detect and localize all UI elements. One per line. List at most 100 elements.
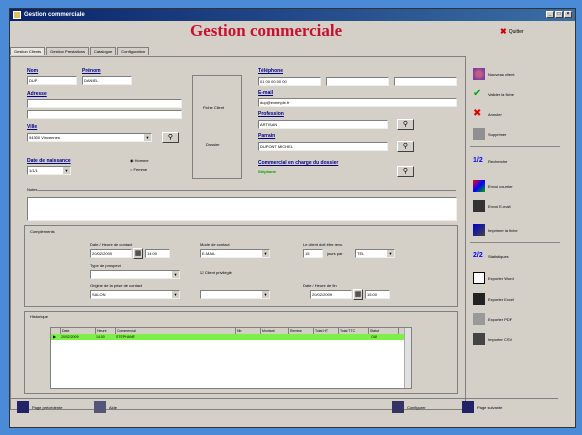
import-csv-button[interactable]: Importer CSV: [473, 333, 512, 345]
pdf-icon: [473, 313, 485, 325]
profession-input[interactable]: ARTISAN: [258, 120, 388, 129]
type-prospect-label: Type de prospect: [90, 263, 121, 268]
nom-label: Nom: [27, 68, 39, 74]
users-icon: [473, 68, 485, 80]
heure-contact-input[interactable]: 14:00: [145, 249, 170, 258]
history-table[interactable]: Date Heure Commercial Nb Montant Remise …: [50, 327, 412, 389]
nom-input[interactable]: DUP: [27, 76, 77, 85]
commercial-value: Stéphane: [258, 169, 277, 174]
arrow-left-icon: [17, 401, 29, 413]
tab-bar: Gestion Clients Gestion Prestations Cata…: [10, 47, 150, 55]
date-naissance-input[interactable]: 1/1/1: [27, 166, 71, 175]
search-icon: 1/2: [473, 157, 483, 164]
notes-label: Notes: [27, 187, 38, 192]
tab-clients[interactable]: Gestion Clients: [10, 47, 46, 55]
close-icon: ✖: [500, 27, 507, 36]
export-pdf-button[interactable]: Exporter PDF: [473, 313, 512, 325]
date-naissance-label: Date de naissance: [27, 158, 71, 164]
app-icon: [13, 11, 21, 19]
search-button[interactable]: 1/2 Recherche: [473, 155, 507, 167]
telephone-input-3[interactable]: [394, 77, 457, 86]
parrain-input[interactable]: DUPONT MICHEL: [258, 142, 388, 151]
complement-title: Compléments: [30, 229, 55, 234]
previous-page-button[interactable]: Page précédente: [17, 401, 62, 413]
minimize-button[interactable]: _: [546, 11, 554, 18]
notes-divider: [38, 190, 456, 191]
telephone-input-1[interactable]: 01 00 00 00 00: [258, 77, 321, 86]
rdv-label: Le client doit être revu: [303, 242, 343, 247]
close-button[interactable]: ×: [564, 11, 572, 18]
table-scrollbar[interactable]: [404, 328, 411, 388]
new-client-button[interactable]: Nouveau client: [473, 68, 514, 80]
date-contact-input[interactable]: 20/02/2009: [90, 249, 132, 258]
prenom-input[interactable]: DANIEL: [82, 76, 132, 85]
rdv-unit: jours par: [327, 251, 343, 256]
parrain-search-button[interactable]: ⚲: [397, 141, 414, 152]
configure-button[interactable]: Configurer: [392, 401, 426, 413]
stats-button[interactable]: 2/2 Statistiques: [473, 250, 509, 262]
binoculars-icon: ⚲: [402, 143, 409, 150]
calendar-button[interactable]: ▦: [133, 248, 143, 259]
import-icon: [473, 333, 485, 345]
heure-fin-input[interactable]: 15:00: [365, 290, 390, 299]
tab-configuration[interactable]: Configuration: [117, 47, 150, 55]
date-contact-label: Date / Heure de contact: [90, 242, 133, 247]
ville-select[interactable]: 94300 Vincennes: [27, 133, 152, 142]
profession-search-button[interactable]: ⚲: [397, 119, 414, 130]
send-email-button[interactable]: Envoi E-mail: [473, 200, 510, 212]
send-mail-button[interactable]: Envoi courrier: [473, 180, 513, 192]
radio-femme[interactable]: ○ Femme: [130, 167, 147, 172]
adresse-input-2[interactable]: [27, 110, 182, 119]
commercial-search-button[interactable]: ⚲: [397, 166, 414, 177]
tab-catalogue[interactable]: Catalogue: [90, 47, 117, 55]
document-icon: [473, 272, 485, 284]
rdv-mode-select[interactable]: TEL: [355, 249, 395, 258]
quit-button[interactable]: ✖ Quitter: [500, 27, 524, 36]
tab-prestations[interactable]: Gestion Prestations: [46, 47, 90, 55]
next-page-button[interactable]: Page suivante: [462, 401, 502, 413]
validate-button[interactable]: ✔ Valider la fiche: [473, 88, 514, 100]
email-label: E-mail: [258, 90, 274, 96]
help-button[interactable]: Aide: [94, 401, 117, 413]
date-fin-input[interactable]: 20/02/2009: [310, 290, 352, 299]
date-fin-label: Date / Heure de fin: [303, 283, 337, 288]
adresse-input-1[interactable]: [27, 99, 182, 108]
rdv-input[interactable]: 15: [303, 249, 323, 258]
mode-contact-select[interactable]: E-MAIL: [200, 249, 270, 258]
help-icon: [94, 401, 106, 413]
spreadsheet-icon: [473, 293, 485, 305]
ville-search-button[interactable]: ⚲: [162, 132, 179, 143]
printer-icon: [473, 200, 485, 212]
email-input[interactable]: dup@exemple.fr: [258, 98, 457, 107]
client-privilegie-checkbox[interactable]: ☑ Client privilégié: [200, 270, 232, 275]
page-title: Gestion commerciale: [190, 21, 343, 40]
type-prospect-select[interactable]: [90, 270, 180, 279]
delete-button[interactable]: Supprimer: [473, 128, 506, 140]
cancel-button[interactable]: ✖ Annuler: [473, 108, 502, 120]
telephone-input-2[interactable]: [326, 77, 389, 86]
fiche-group: [192, 75, 242, 179]
sidebar-divider: [470, 146, 560, 147]
history-title: Historique: [30, 314, 49, 319]
adresse-label: Adresse: [27, 91, 47, 97]
title-bar: Gestion commerciale _ □ ×: [10, 9, 575, 21]
notes-textarea[interactable]: [27, 197, 457, 221]
export-excel-button[interactable]: Exporter Excel: [473, 293, 514, 305]
table-row[interactable]: ▶ 20/02/2009 14:00 STEPHANE OUI: [51, 334, 411, 340]
print-button[interactable]: Imprimer la fiche: [473, 224, 518, 236]
arrow-right-icon: [462, 401, 474, 413]
maximize-button[interactable]: □: [555, 11, 563, 18]
row-pointer: ▶: [53, 334, 57, 339]
origine-select[interactable]: SALON: [90, 290, 180, 299]
origine-label: Origine de la prise de contact: [90, 283, 143, 288]
export-word-button[interactable]: Exporter Word: [473, 272, 514, 284]
radio-homme[interactable]: ◉ Homme: [130, 158, 149, 163]
prenom-label: Prénom: [82, 68, 101, 74]
sidebar-divider: [470, 242, 560, 243]
profession-label: Profession: [258, 111, 284, 117]
commercial-label: Commercial en charge du dossier: [258, 160, 339, 166]
ville-label: Ville: [27, 124, 38, 130]
calendar-button[interactable]: ▦: [353, 289, 363, 300]
binoculars-icon: ⚲: [167, 134, 174, 141]
origine-detail-select[interactable]: [200, 290, 270, 299]
